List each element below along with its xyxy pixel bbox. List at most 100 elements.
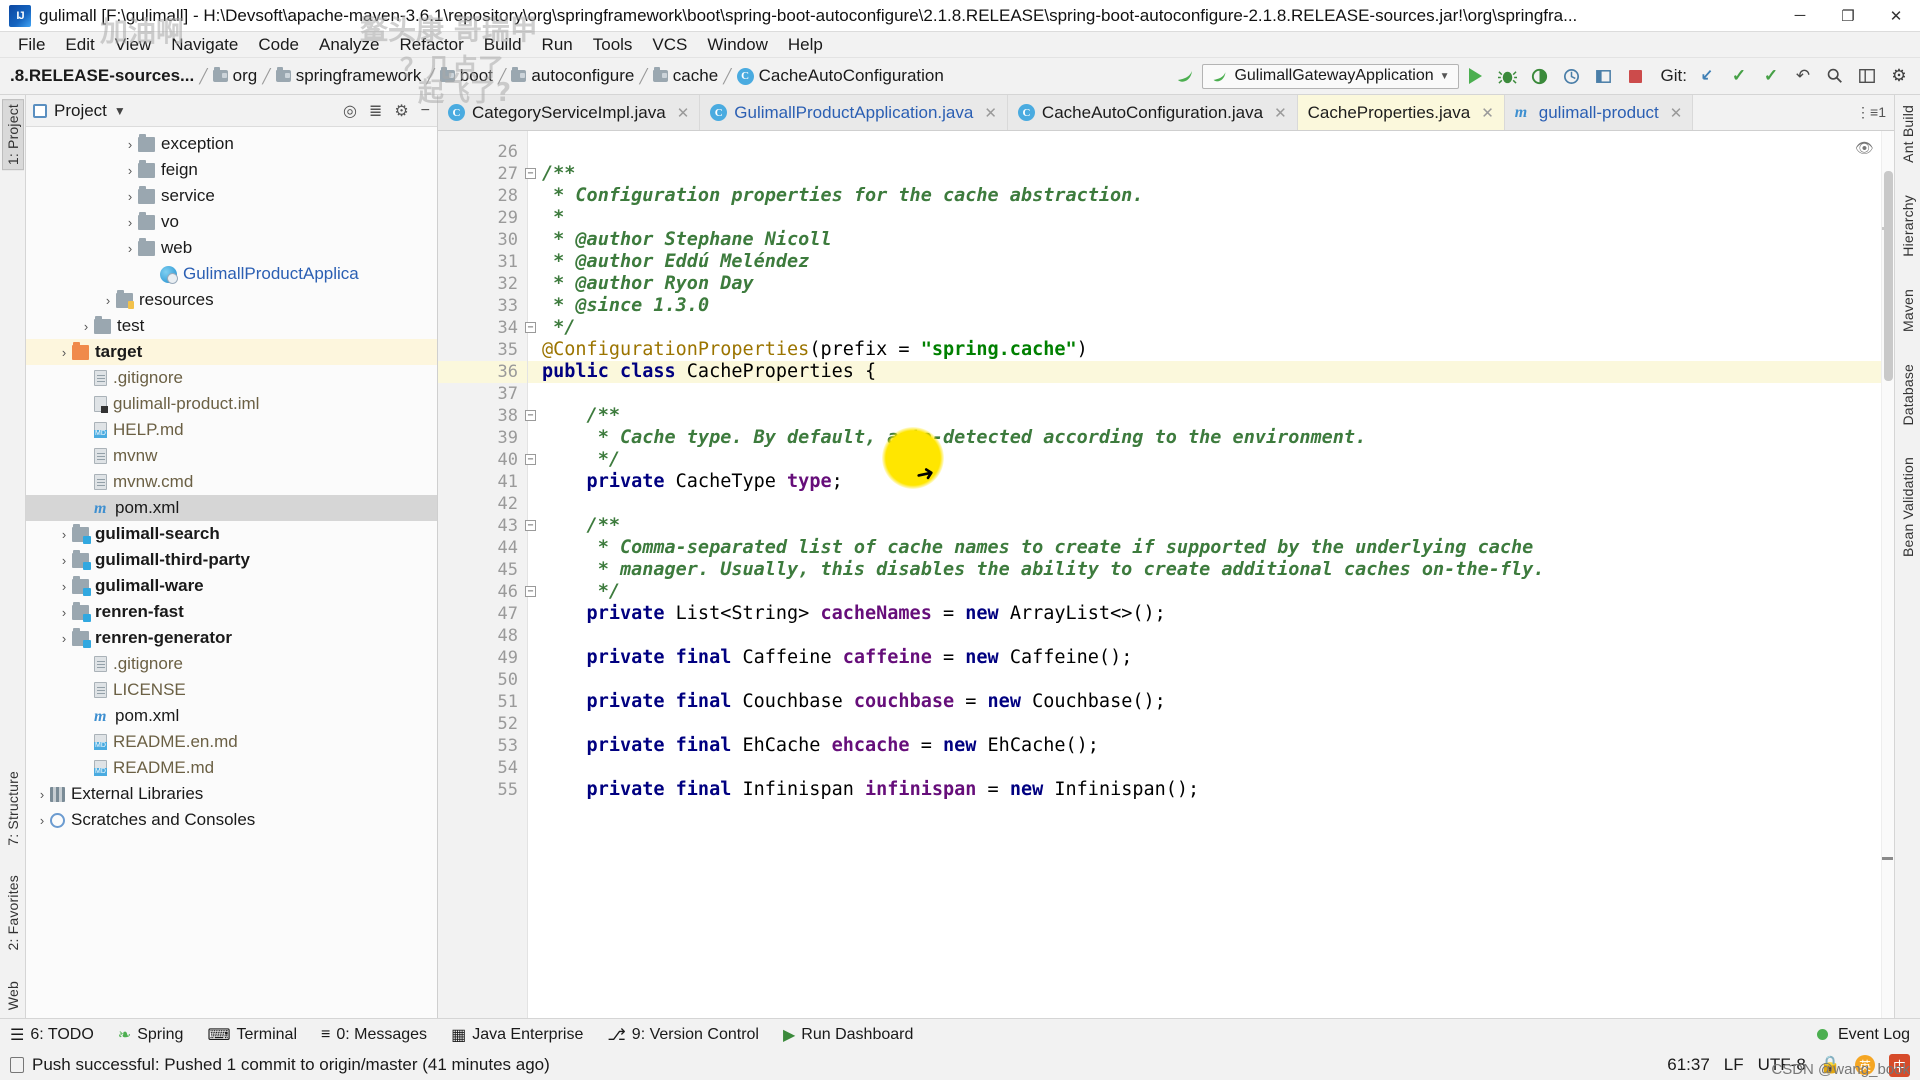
tool-window-run-dashboard[interactable]: ▶ Run Dashboard	[783, 1025, 913, 1045]
chevron-right-icon[interactable]: ›	[56, 631, 72, 646]
editor-tab-gulimallproductapplication-java[interactable]: C GulimallProductApplication.java ✕	[700, 95, 1008, 130]
tool-tab-7-structure[interactable]: 7: Structure	[3, 767, 23, 850]
tool-window-spring[interactable]: ❧ Spring	[118, 1025, 184, 1045]
tool-tab-web[interactable]: Web	[3, 977, 23, 1014]
chevron-right-icon[interactable]: ›	[56, 605, 72, 620]
update-project-icon[interactable]	[1692, 62, 1722, 90]
chevron-right-icon[interactable]: ›	[122, 163, 138, 178]
tree-node-gulimall-ware[interactable]: › gulimall-ware	[26, 573, 437, 599]
close-icon[interactable]: ✕	[677, 104, 690, 122]
chevron-down-icon[interactable]: ▼	[114, 104, 126, 118]
tree-node-gulimall-third-party[interactable]: › gulimall-third-party	[26, 547, 437, 573]
menu-item-run[interactable]: Run	[532, 32, 583, 58]
tree-node-gulimall-product-iml[interactable]: gulimall-product.iml	[26, 391, 437, 417]
breadcrumb-item--8-release-sources-[interactable]: .8.RELEASE-sources...	[6, 64, 198, 88]
tree-node-pom-xml[interactable]: m pom.xml	[26, 703, 437, 729]
close-icon[interactable]: ✕	[1274, 104, 1287, 122]
tree-node-gulimallproductapplica[interactable]: GulimallProductApplica	[26, 261, 437, 287]
tool-window-0-messages[interactable]: ≡ 0: Messages	[321, 1026, 427, 1044]
menu-item-window[interactable]: Window	[697, 32, 777, 58]
tool-tab-bean-validation[interactable]: Bean Validation	[1898, 453, 1918, 561]
code-editor[interactable]: 26 27−28 29 30 31 32 33 34−35 36 37 38−39 40−41 42 43…	[438, 131, 1894, 1018]
editor-tab-gulimall-product[interactable]: m gulimall-product ✕	[1504, 95, 1694, 130]
tree-node-exception[interactable]: › exception	[26, 131, 437, 157]
tab-overflow[interactable]: ⋮≡1	[1848, 95, 1894, 130]
menu-item-tools[interactable]: Tools	[583, 32, 643, 58]
scrollbar-thumb[interactable]	[1884, 171, 1893, 381]
chevron-right-icon[interactable]: ›	[122, 189, 138, 204]
minimize-button[interactable]: ─	[1776, 0, 1824, 32]
debug-button[interactable]	[1493, 62, 1523, 90]
menu-item-navigate[interactable]: Navigate	[161, 32, 248, 58]
tree-node-service[interactable]: › service	[26, 183, 437, 209]
editor-tab-cacheproperties-java[interactable]: CacheProperties.java ✕	[1297, 95, 1505, 130]
tree-node-license[interactable]: LICENSE	[26, 677, 437, 703]
tool-tab-1-project[interactable]: 1: Project	[1, 99, 24, 171]
tree-node--gitignore[interactable]: .gitignore	[26, 365, 437, 391]
search-everywhere-icon[interactable]	[1820, 62, 1850, 90]
commit-icon[interactable]: ✓	[1724, 62, 1754, 90]
stop-button[interactable]	[1621, 62, 1651, 90]
source-code[interactable]: /** * Configuration properties for the c…	[528, 131, 1894, 1018]
tool-window-terminal[interactable]: ⌨ Terminal	[207, 1025, 297, 1045]
tree-node-feign[interactable]: › feign	[26, 157, 437, 183]
breadcrumb-item-boot[interactable]: boot	[436, 64, 497, 88]
tree-node-renren-fast[interactable]: › renren-fast	[26, 599, 437, 625]
tree-node-renren-generator[interactable]: › renren-generator	[26, 625, 437, 651]
editor-tab-cacheautoconfiguration-java[interactable]: C CacheAutoConfiguration.java ✕	[1007, 95, 1298, 130]
chevron-right-icon[interactable]: ›	[56, 345, 72, 360]
tree-node--gitignore[interactable]: .gitignore	[26, 651, 437, 677]
menu-item-help[interactable]: Help	[778, 32, 833, 58]
chevron-right-icon[interactable]: ›	[100, 293, 116, 308]
breadcrumb-item-cache[interactable]: cache	[649, 64, 722, 88]
breadcrumb-item-springframework[interactable]: springframework	[272, 64, 426, 88]
settings-icon[interactable]: ⚙	[394, 101, 408, 121]
history-icon[interactable]: ↶	[1788, 62, 1818, 90]
maximize-button[interactable]: ❐	[1824, 0, 1872, 32]
line-separator[interactable]: LF	[1724, 1055, 1744, 1075]
event-log-area[interactable]: Event Log	[1816, 1026, 1910, 1044]
tree-node-target[interactable]: › target	[26, 339, 437, 365]
tool-tab-database[interactable]: Database	[1898, 360, 1918, 430]
menu-item-code[interactable]: Code	[248, 32, 309, 58]
chevron-right-icon[interactable]: ›	[56, 579, 72, 594]
push-icon[interactable]: ✓	[1756, 62, 1786, 90]
tool-tab-2-favorites[interactable]: 2: Favorites	[3, 871, 23, 955]
chevron-right-icon[interactable]: ›	[34, 787, 50, 802]
breadcrumb-item-cacheautoconfiguration[interactable]: C CacheAutoConfiguration	[733, 64, 948, 88]
tree-node-resources[interactable]: › resources	[26, 287, 437, 313]
breadcrumb-item-autoconfigure[interactable]: autoconfigure	[507, 64, 638, 88]
tree-node-mvnw[interactable]: mvnw	[26, 443, 437, 469]
run-button[interactable]	[1461, 62, 1491, 90]
menu-item-file[interactable]: File	[8, 32, 55, 58]
editor-scrollbar[interactable]	[1881, 131, 1894, 1018]
tree-node-web[interactable]: › web	[26, 235, 437, 261]
collapse-all-icon[interactable]: ≣	[369, 101, 382, 121]
close-button[interactable]: ✕	[1872, 0, 1920, 32]
chevron-right-icon[interactable]: ›	[34, 813, 50, 828]
tool-window-9-version-control[interactable]: ⎇ 9: Version Control	[607, 1025, 759, 1045]
close-icon[interactable]: ✕	[1481, 104, 1494, 122]
close-icon[interactable]: ✕	[984, 104, 997, 122]
tree-node-mvnw-cmd[interactable]: mvnw.cmd	[26, 469, 437, 495]
menu-item-refactor[interactable]: Refactor	[389, 32, 473, 58]
tool-window-java-enterprise[interactable]: ▦ Java Enterprise	[451, 1025, 583, 1045]
tree-node-readme-en-md[interactable]: README.en.md	[26, 729, 437, 755]
tool-tab-maven[interactable]: Maven	[1898, 285, 1918, 336]
close-icon[interactable]: ✕	[1670, 104, 1683, 122]
tree-node-readme-md[interactable]: README.md	[26, 755, 437, 781]
menu-item-view[interactable]: View	[105, 32, 162, 58]
menu-item-analyze[interactable]: Analyze	[309, 32, 389, 58]
menu-item-vcs[interactable]: VCS	[642, 32, 697, 58]
target-icon[interactable]: ◎	[343, 101, 357, 121]
tool-tab-hierarchy[interactable]: Hierarchy	[1898, 191, 1918, 261]
chevron-right-icon[interactable]: ›	[122, 241, 138, 256]
hide-icon[interactable]: −	[421, 102, 430, 120]
tree-node-scratches-and-consoles[interactable]: › Scratches and Consoles	[26, 807, 437, 833]
attach-debugger-button[interactable]	[1589, 62, 1619, 90]
profile-button[interactable]	[1557, 62, 1587, 90]
chevron-right-icon[interactable]: ›	[122, 215, 138, 230]
settings-icon[interactable]: ⚙	[1884, 62, 1914, 90]
tree-node-pom-xml[interactable]: m pom.xml	[26, 495, 437, 521]
tree-node-gulimall-search[interactable]: › gulimall-search	[26, 521, 437, 547]
